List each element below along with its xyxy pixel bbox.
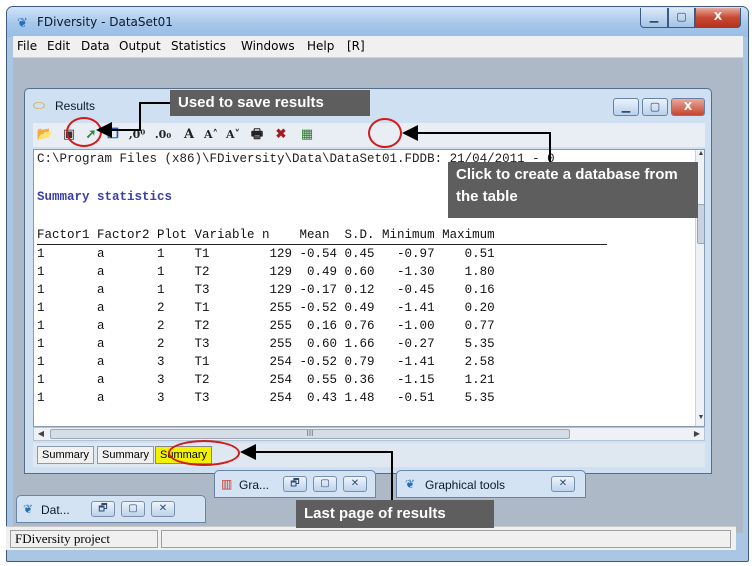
create-database-icon[interactable]: ▦ <box>297 125 317 145</box>
status-pane <box>161 530 731 548</box>
window-title: FDiversity - DataSet01 <box>37 15 173 29</box>
results-tab-strip: Summary Summary Summary <box>33 443 705 467</box>
tab-summary-2[interactable]: Summary <box>97 446 155 464</box>
table-header: Factor1 Factor2 Plot Variable n Mean S.D… <box>37 228 495 242</box>
maximize-button[interactable]: ▢ <box>668 8 695 28</box>
minimized-window-title: Dat... <box>41 503 70 517</box>
minimized-window-title: Gra... <box>239 478 270 492</box>
font-increase-icon[interactable]: A˄ <box>201 125 221 145</box>
results-maximize-button[interactable]: ▢ <box>642 98 668 116</box>
callout-save-results: Used to save results <box>170 90 370 116</box>
dataset-icon: ❦ <box>23 502 34 516</box>
scroll-up-icon[interactable]: ▲ <box>696 150 704 162</box>
graphical-tools-icon: ❦ <box>405 477 416 491</box>
table-row: 1 a 1 T2 129 0.49 0.60 -1.30 1.80 <box>37 265 495 279</box>
menu-edit[interactable]: Edit <box>47 39 70 53</box>
decimal-increase-icon[interactable]: ,0⁰ <box>127 125 147 145</box>
table-row: 1 a 1 T1 129 -0.54 0.45 -0.97 0.51 <box>37 247 495 261</box>
table-row: 1 a 3 T1 254 -0.52 0.79 -1.41 2.58 <box>37 355 495 369</box>
copy-icon[interactable]: ❐ <box>103 125 123 145</box>
menu-bar: File Edit Data Output Statistics Windows… <box>13 36 743 58</box>
table-row: 1 a 1 T3 129 -0.17 0.12 -0.45 0.16 <box>37 283 495 297</box>
last-tab-highlight-ring <box>168 440 240 466</box>
results-window-title: Results <box>55 99 96 113</box>
restore-button[interactable]: 🗗 <box>91 501 115 517</box>
close-button[interactable]: ✕ <box>151 501 175 517</box>
callout-create-database: Click to create a database from the tabl… <box>448 162 698 218</box>
minimized-dataset-window[interactable]: ❦ Dat... 🗗 ▢ ✕ <box>16 495 206 523</box>
close-button[interactable]: ✕ <box>343 476 367 492</box>
decimal-decrease-icon[interactable]: .0₀ <box>153 125 173 145</box>
minimized-graphics-window[interactable]: ▥ Gra... 🗗 ▢ ✕ <box>214 470 376 498</box>
graphics-icon: ▥ <box>221 477 233 491</box>
horizontal-scroll-thumb[interactable]: III <box>50 429 570 439</box>
title-bar[interactable]: ❦ FDiversity - DataSet01 ▁ ▢ X <box>7 7 748 37</box>
status-bar: FDiversity project <box>6 526 736 550</box>
callout-last-page: Last page of results <box>296 500 494 528</box>
table-row: 1 a 3 T2 254 0.55 0.36 -1.15 1.21 <box>37 373 495 387</box>
menu-file[interactable]: File <box>17 39 37 53</box>
print-icon[interactable]: 🖶 <box>247 125 267 145</box>
menu-help[interactable]: Help <box>307 39 334 53</box>
tab-summary-1[interactable]: Summary <box>37 446 95 464</box>
menu-r[interactable]: [R] <box>347 39 365 53</box>
restore-button[interactable]: 🗗 <box>283 476 307 492</box>
header-underline <box>37 244 607 245</box>
font-icon[interactable]: A <box>179 125 199 145</box>
close-button[interactable]: X <box>695 8 741 28</box>
scroll-right-icon[interactable]: ▶ <box>690 428 704 440</box>
scroll-left-icon[interactable]: ◀ <box>34 428 48 440</box>
menu-output[interactable]: Output <box>119 39 161 53</box>
maximize-button[interactable]: ▢ <box>121 501 145 517</box>
results-window-icon: ⬭ <box>33 97 45 113</box>
menu-data[interactable]: Data <box>81 39 110 53</box>
results-close-button[interactable]: X <box>671 98 705 116</box>
close-button[interactable]: ✕ <box>551 476 575 492</box>
menu-statistics[interactable]: Statistics <box>171 39 226 53</box>
table-row: 1 a 2 T3 255 0.60 1.66 -0.27 5.35 <box>37 337 495 351</box>
results-window: ⬭ Results ▁ ▢ X 📂 ▣ ➚ ❐ ,0⁰ .0₀ A A˄ A˅ … <box>24 88 712 474</box>
open-folder-icon[interactable]: 📂 <box>35 125 55 145</box>
table-row: 1 a 2 T1 255 -0.52 0.49 -1.41 0.20 <box>37 301 495 315</box>
app-icon: ❦ <box>17 15 28 30</box>
database-highlight-ring <box>368 118 402 148</box>
results-minimize-button[interactable]: ▁ <box>613 98 639 116</box>
summary-heading: Summary statistics <box>37 190 173 204</box>
minimized-window-title: Graphical tools <box>425 478 506 492</box>
maximize-button[interactable]: ▢ <box>313 476 337 492</box>
table-row: 1 a 3 T3 254 0.43 1.48 -0.51 5.35 <box>37 391 495 405</box>
scroll-down-icon[interactable]: ▼ <box>696 414 704 426</box>
status-project: FDiversity project <box>10 530 158 548</box>
minimize-button[interactable]: ▁ <box>640 8 668 28</box>
minimized-graphical-tools-window[interactable]: ❦ Graphical tools ✕ <box>396 470 586 498</box>
vertical-scroll-thumb[interactable] <box>697 204 704 244</box>
table-row: 1 a 2 T2 255 0.16 0.76 -1.00 0.77 <box>37 319 495 333</box>
save-highlight-ring <box>66 117 102 147</box>
clear-icon[interactable]: ✖ <box>271 125 291 145</box>
horizontal-scrollbar[interactable]: ◀ III ▶ <box>33 427 705 441</box>
font-decrease-icon[interactable]: A˅ <box>223 125 243 145</box>
menu-windows[interactable]: Windows <box>241 39 295 53</box>
